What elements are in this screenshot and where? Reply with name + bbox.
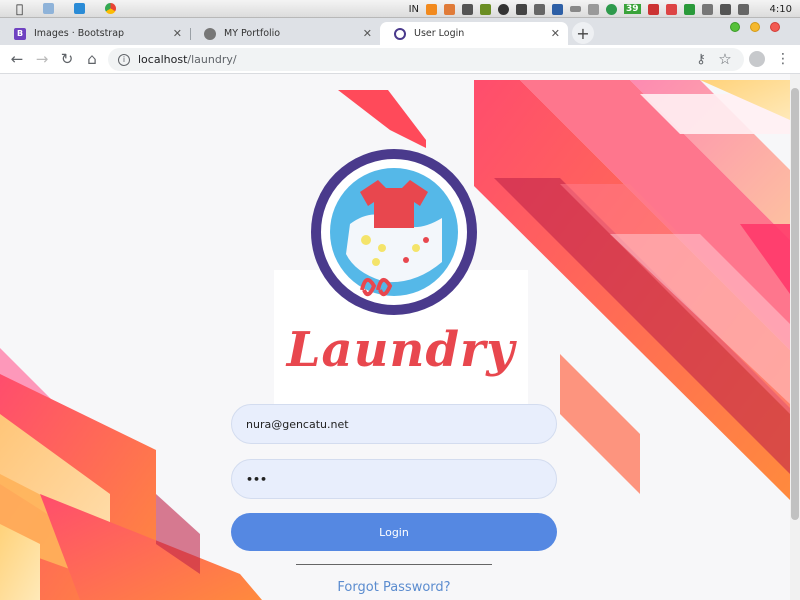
more-menu-icon[interactable]: ⋮ bbox=[774, 50, 792, 68]
key-icon[interactable]: ⚷ bbox=[692, 50, 710, 68]
tray-icon[interactable] bbox=[480, 3, 491, 15]
form-divider bbox=[296, 564, 492, 565]
login-button[interactable]: Login bbox=[231, 513, 557, 551]
system-menu-bar:  IN 39 4:10 bbox=[0, 0, 800, 18]
tab-strip: B Images · Bootstrap ✕ MY Portfolio ✕ Us… bbox=[0, 18, 800, 45]
input-source-indicator[interactable]: IN bbox=[409, 4, 419, 15]
profile-avatar-icon[interactable] bbox=[748, 50, 766, 68]
tab-portfolio[interactable]: MY Portfolio ✕ bbox=[190, 22, 380, 45]
close-icon[interactable]: ✕ bbox=[551, 27, 560, 40]
tab-user-login[interactable]: User Login ✕ bbox=[380, 22, 568, 45]
tray-icon[interactable] bbox=[701, 3, 713, 15]
vscode-icon[interactable] bbox=[74, 3, 86, 14]
page-scrollbar[interactable] bbox=[790, 74, 800, 600]
close-icon[interactable]: ✕ bbox=[363, 27, 372, 40]
scrollbar-thumb[interactable] bbox=[791, 88, 799, 520]
browser-toolbar: ← → ↻ ⌂ i localhost/laundry/ ⚷ ☆ ⋮ bbox=[0, 45, 800, 74]
back-icon[interactable]: ← bbox=[8, 50, 26, 68]
globe-icon bbox=[204, 27, 216, 40]
finder-icon[interactable] bbox=[43, 3, 55, 14]
tray-icon[interactable] bbox=[444, 3, 455, 15]
tray-icon[interactable] bbox=[683, 3, 695, 15]
password-field[interactable] bbox=[231, 459, 557, 499]
window-close-button[interactable] bbox=[770, 22, 780, 32]
tray-icon[interactable] bbox=[606, 3, 617, 15]
tray-icon[interactable] bbox=[719, 3, 731, 15]
reload-icon[interactable]: ↻ bbox=[58, 50, 76, 68]
battery-icon[interactable] bbox=[570, 6, 581, 12]
vlc-icon[interactable] bbox=[426, 3, 437, 15]
tray-icon[interactable] bbox=[647, 3, 659, 15]
window-zoom-button[interactable] bbox=[750, 22, 760, 32]
new-tab-button[interactable]: + bbox=[572, 22, 594, 44]
forward-icon[interactable]: → bbox=[33, 50, 51, 68]
chrome-icon[interactable] bbox=[105, 3, 117, 14]
tray-icon[interactable] bbox=[588, 3, 599, 15]
tab-label: User Login bbox=[414, 28, 465, 39]
star-icon[interactable]: ☆ bbox=[716, 50, 734, 68]
tray-icon[interactable] bbox=[552, 3, 563, 15]
tray-icon[interactable] bbox=[665, 3, 677, 15]
forgot-password-link[interactable]: Forgot Password? bbox=[296, 580, 492, 595]
tray-icon[interactable] bbox=[498, 3, 509, 15]
window-minimize-button[interactable] bbox=[730, 22, 740, 32]
notification-badge[interactable]: 39 bbox=[624, 4, 641, 14]
close-icon[interactable]: ✕ bbox=[173, 27, 182, 40]
tray-icon[interactable] bbox=[462, 3, 473, 15]
clock[interactable]: 4:10 bbox=[770, 4, 792, 15]
tab-label: Images · Bootstrap bbox=[34, 28, 125, 39]
bootstrap-favicon-icon: B bbox=[14, 27, 26, 40]
tray-icon[interactable] bbox=[516, 3, 527, 15]
url-host: localhost bbox=[138, 53, 188, 66]
url-path: /laundry/ bbox=[187, 53, 237, 66]
volume-icon[interactable] bbox=[534, 3, 545, 15]
apple-menu-icon[interactable]:  bbox=[16, 2, 23, 16]
tab-bootstrap[interactable]: B Images · Bootstrap ✕ bbox=[0, 22, 190, 45]
address-bar[interactable]: i localhost/laundry/ bbox=[108, 48, 744, 71]
page-content: Laundry Login Forgot Password? bbox=[0, 74, 790, 600]
laundry-favicon-icon bbox=[394, 27, 406, 40]
speaker-icon[interactable] bbox=[737, 3, 749, 15]
logo-wordmark: Laundry bbox=[286, 322, 516, 378]
email-field[interactable] bbox=[231, 404, 557, 444]
info-icon[interactable]: i bbox=[118, 53, 130, 66]
home-icon[interactable]: ⌂ bbox=[83, 50, 101, 68]
tab-label: MY Portfolio bbox=[224, 28, 281, 39]
